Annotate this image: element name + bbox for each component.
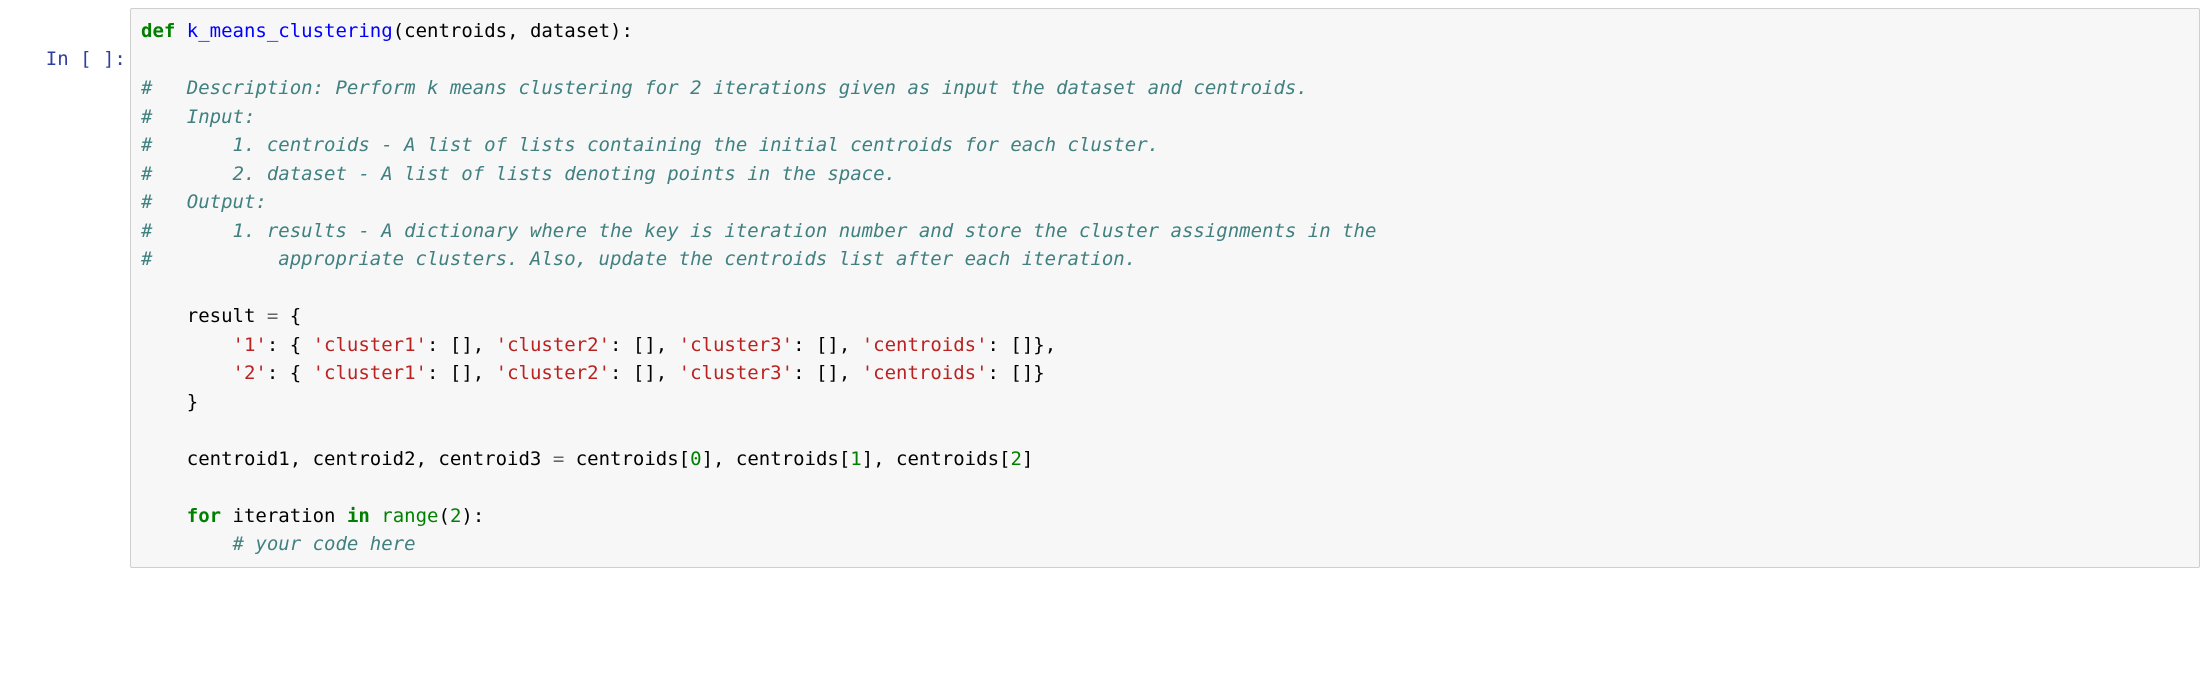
- notebook-code-cell: In [ ]: def k_means_clustering(centroids…: [0, 0, 2200, 576]
- code-text: [141, 334, 233, 356]
- code-line: # your code here: [141, 530, 2189, 559]
- code-line: # appropriate clusters. Also, update the…: [141, 245, 2189, 274]
- code-line: [141, 274, 2189, 303]
- code-text: (centroids, dataset):: [393, 20, 633, 42]
- comment: # Description: Perform k means clusterin…: [141, 77, 1308, 99]
- code-text: iteration: [221, 505, 347, 527]
- code-text: : [],: [793, 362, 862, 384]
- string: 'cluster3': [679, 334, 793, 356]
- string: 'cluster3': [679, 362, 793, 384]
- code-text: }: [141, 391, 198, 413]
- code-text: : [],: [610, 334, 679, 356]
- number: 2: [1010, 448, 1021, 470]
- code-text: ):: [461, 505, 484, 527]
- code-text: ], centroids[: [862, 448, 1011, 470]
- operator: =: [267, 305, 278, 327]
- code-text: {: [278, 305, 301, 327]
- keyword-def: def: [141, 20, 175, 42]
- code-editor[interactable]: def k_means_clustering(centroids, datase…: [130, 8, 2200, 568]
- comment: # your code here: [233, 533, 416, 555]
- code-text: : []},: [988, 334, 1057, 356]
- string: 'cluster1': [313, 334, 427, 356]
- code-text: [141, 362, 233, 384]
- code-text: result: [141, 305, 267, 327]
- string: '1': [233, 334, 267, 356]
- code-text: : [],: [793, 334, 862, 356]
- code-line: centroid1, centroid2, centroid3 = centro…: [141, 445, 2189, 474]
- code-text: [370, 505, 381, 527]
- code-line: # 1. results - A dictionary where the ke…: [141, 217, 2189, 246]
- string: 'cluster2': [496, 334, 610, 356]
- code-line: '2': { 'cluster1': [], 'cluster2': [], '…: [141, 359, 2189, 388]
- code-text: (: [438, 505, 449, 527]
- code-text: [141, 533, 233, 555]
- code-line: # Input:: [141, 103, 2189, 132]
- string: 'centroids': [862, 362, 988, 384]
- function-name: k_means_clustering: [187, 20, 393, 42]
- code-text: : {: [267, 334, 313, 356]
- code-line: result = {: [141, 302, 2189, 331]
- code-text: [141, 505, 187, 527]
- keyword-in: in: [347, 505, 370, 527]
- comment: # Input:: [141, 106, 255, 128]
- code-text: centroid1, centroid2, centroid3: [141, 448, 553, 470]
- code-line: '1': { 'cluster1': [], 'cluster2': [], '…: [141, 331, 2189, 360]
- comment: # 2. dataset - A list of lists denoting …: [141, 163, 896, 185]
- code-line: for iteration in range(2):: [141, 502, 2189, 531]
- comment: # Output:: [141, 191, 267, 213]
- code-line: # Output:: [141, 188, 2189, 217]
- number: 0: [690, 448, 701, 470]
- comment: # appropriate clusters. Also, update the…: [141, 248, 1136, 270]
- code-line: # 2. dataset - A list of lists denoting …: [141, 160, 2189, 189]
- code-text: : {: [267, 362, 313, 384]
- code-line: [141, 46, 2189, 75]
- code-line: [141, 416, 2189, 445]
- code-text: : [],: [427, 362, 496, 384]
- number: 2: [450, 505, 461, 527]
- comment: # 1. results - A dictionary where the ke…: [141, 220, 1388, 242]
- operator: =: [553, 448, 564, 470]
- code-text: : []}: [988, 362, 1045, 384]
- code-line: def k_means_clustering(centroids, datase…: [141, 17, 2189, 46]
- code-line: # Description: Perform k means clusterin…: [141, 74, 2189, 103]
- code-text: ]: [1022, 448, 1033, 470]
- code-line: [141, 473, 2189, 502]
- code-text: ], centroids[: [702, 448, 851, 470]
- input-prompt: In [ ]:: [0, 8, 130, 102]
- builtin-range: range: [381, 505, 438, 527]
- code-text: centroids[: [564, 448, 690, 470]
- prompt-label: In [ ]:: [46, 48, 126, 70]
- code-line: # 1. centroids - A list of lists contain…: [141, 131, 2189, 160]
- keyword-for: for: [187, 505, 221, 527]
- string: 'cluster2': [496, 362, 610, 384]
- code-text: : [],: [427, 334, 496, 356]
- string: 'cluster1': [313, 362, 427, 384]
- code-text: : [],: [610, 362, 679, 384]
- string: 'centroids': [862, 334, 988, 356]
- comment: # 1. centroids - A list of lists contain…: [141, 134, 1171, 156]
- number: 1: [850, 448, 861, 470]
- string: '2': [233, 362, 267, 384]
- code-text: [175, 20, 186, 42]
- code-line: }: [141, 388, 2189, 417]
